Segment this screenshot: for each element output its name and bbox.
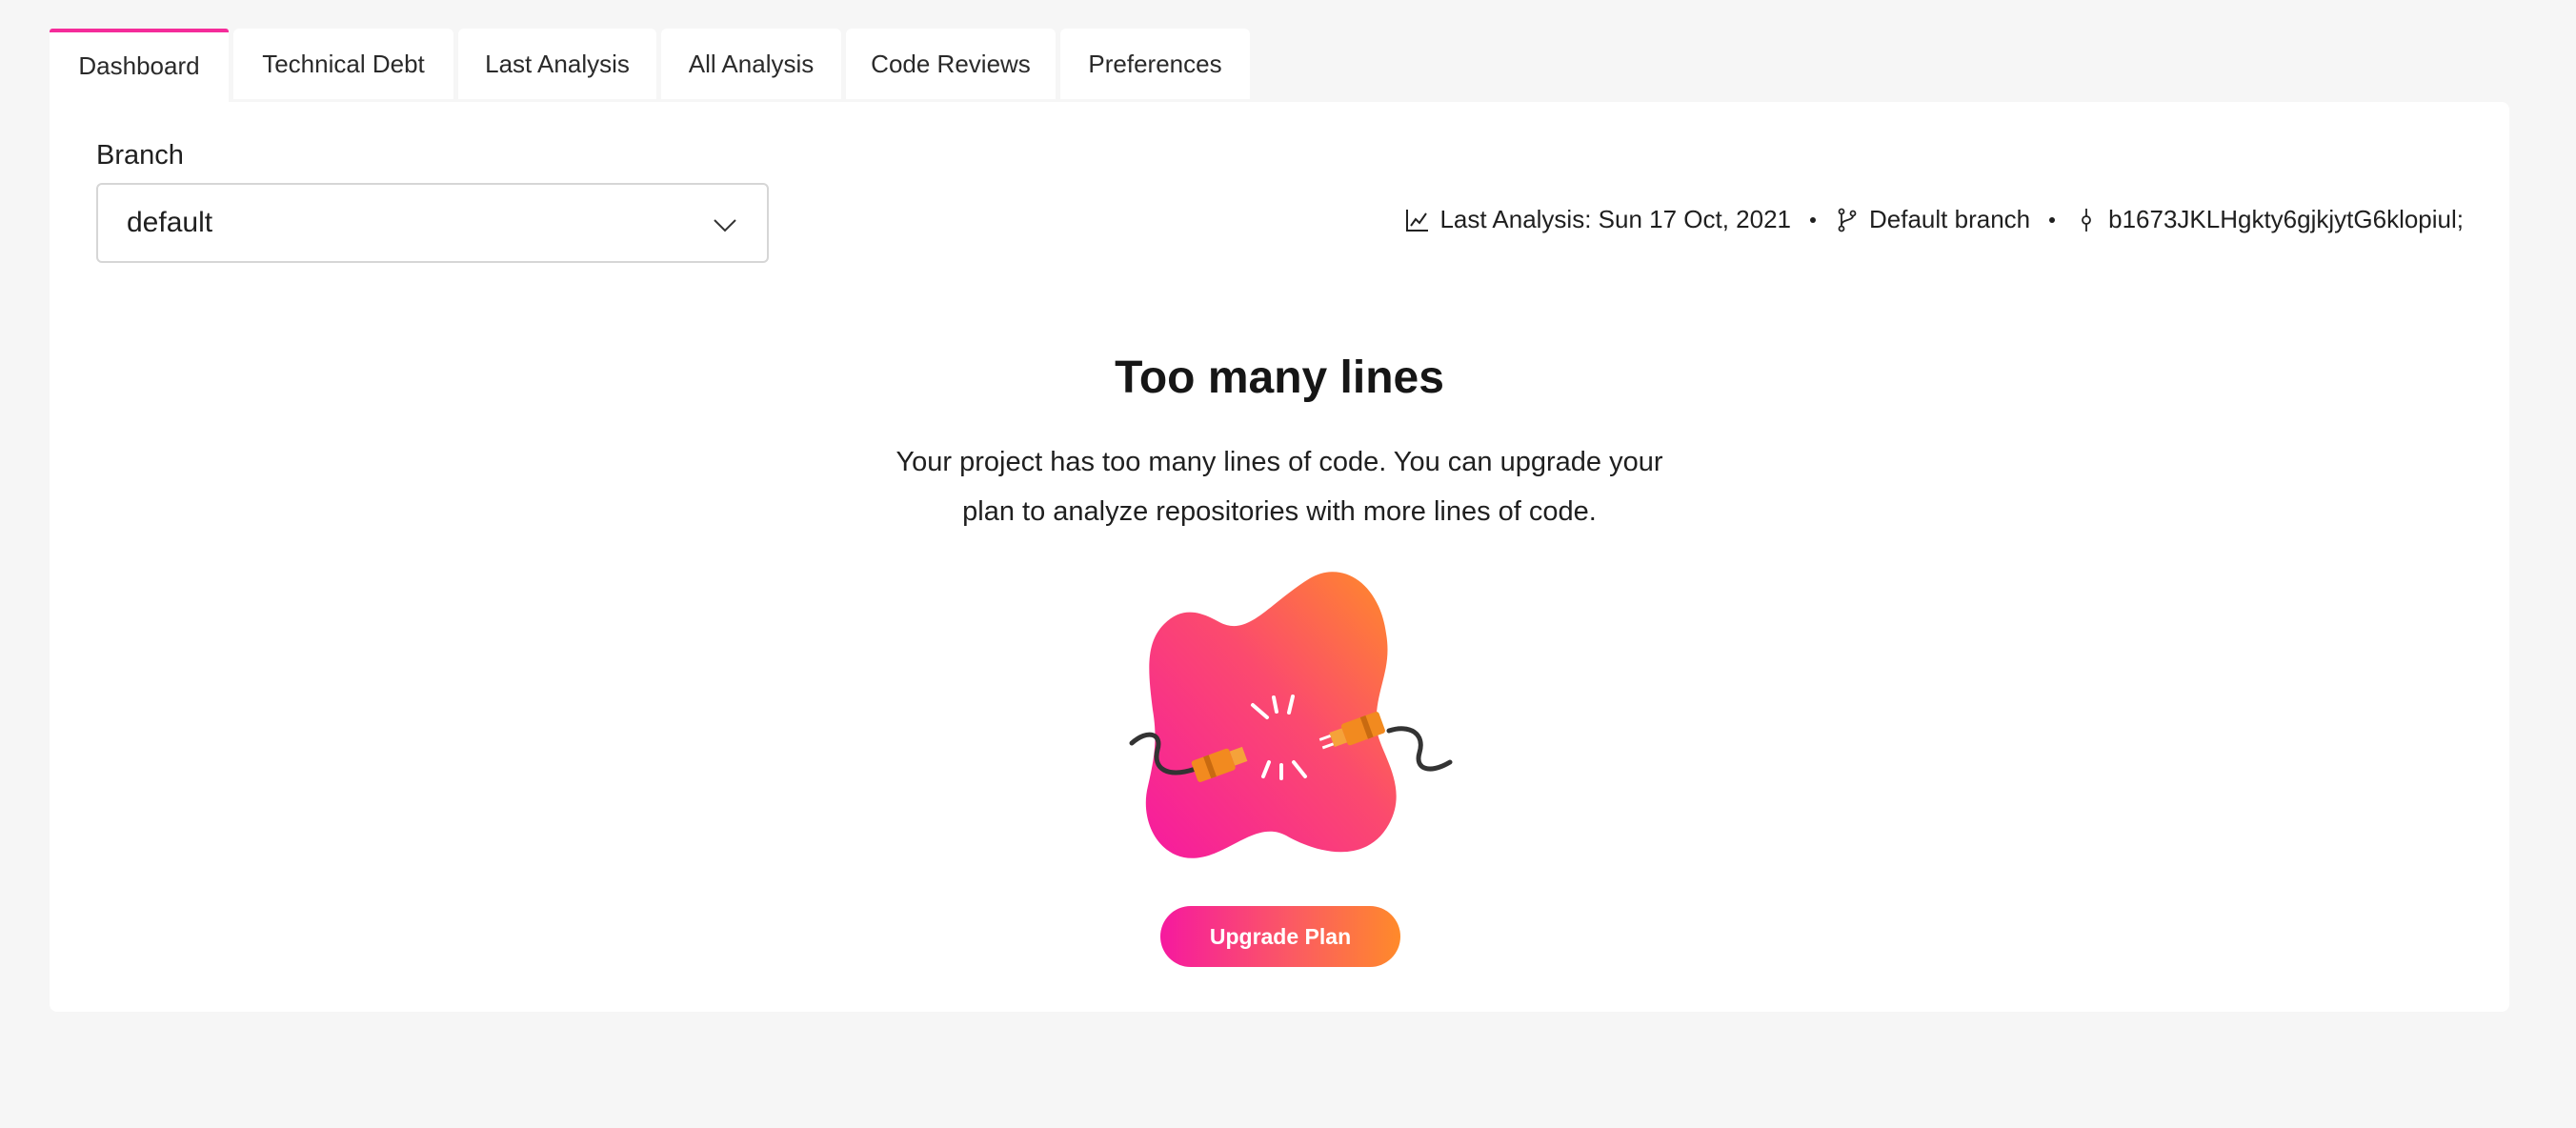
tab-label: Last Analysis: [485, 49, 630, 78]
branch-type-info: Default branch: [1835, 205, 2030, 234]
analysis-meta: Last Analysis: Sun 17 Oct, 2021 Default …: [1405, 205, 2464, 234]
tab-label: Dashboard: [78, 50, 200, 80]
tab-bar: Dashboard Technical Debt Last Analysis A…: [50, 29, 1255, 103]
tab-label: Code Reviews: [871, 49, 1031, 78]
tab-dashboard[interactable]: Dashboard: [50, 29, 229, 103]
tab-technical-debt[interactable]: Technical Debt: [233, 29, 453, 99]
tab-label: Technical Debt: [262, 49, 425, 78]
dashboard-panel: Branch default Last Analysis: Sun 17 Oct…: [50, 102, 2509, 1012]
tab-code-reviews[interactable]: Code Reviews: [846, 29, 1056, 99]
last-analysis-info: Last Analysis: Sun 17 Oct, 2021: [1405, 205, 1791, 234]
git-branch-icon: [1838, 208, 1857, 232]
tab-label: All Analysis: [688, 49, 815, 78]
last-analysis-text: Last Analysis: Sun 17 Oct, 2021: [1439, 205, 1792, 233]
branch-label: Branch: [96, 140, 184, 171]
commit-info: b1673JKLHgkty6gjkjytG6klopiul;: [2074, 205, 2464, 234]
line-chart-icon: [1406, 209, 1429, 232]
git-commit-icon: [2082, 208, 2092, 232]
tab-all-analysis[interactable]: All Analysis: [661, 29, 841, 99]
empty-state-title: Too many lines: [1115, 352, 1444, 403]
commit-hash: b1673JKLHgkty6gjkjytG6klopiul;: [2108, 205, 2464, 233]
tab-last-analysis[interactable]: Last Analysis: [458, 29, 656, 99]
separator-dot: [2049, 216, 2056, 223]
chevron-down-icon: [714, 219, 736, 232]
branch-type-text: Default branch: [1869, 205, 2031, 233]
disconnected-plug-illustration: [1129, 572, 1453, 858]
branch-select[interactable]: default: [96, 183, 769, 263]
tab-label: Preferences: [1088, 49, 1222, 78]
branch-select-value: default: [127, 207, 213, 238]
upgrade-plan-button[interactable]: Upgrade Plan: [1160, 906, 1400, 967]
empty-state-description: Your project has too many lines of code.…: [896, 447, 1663, 527]
tab-preferences[interactable]: Preferences: [1060, 29, 1250, 99]
separator-dot: [1810, 216, 1817, 223]
